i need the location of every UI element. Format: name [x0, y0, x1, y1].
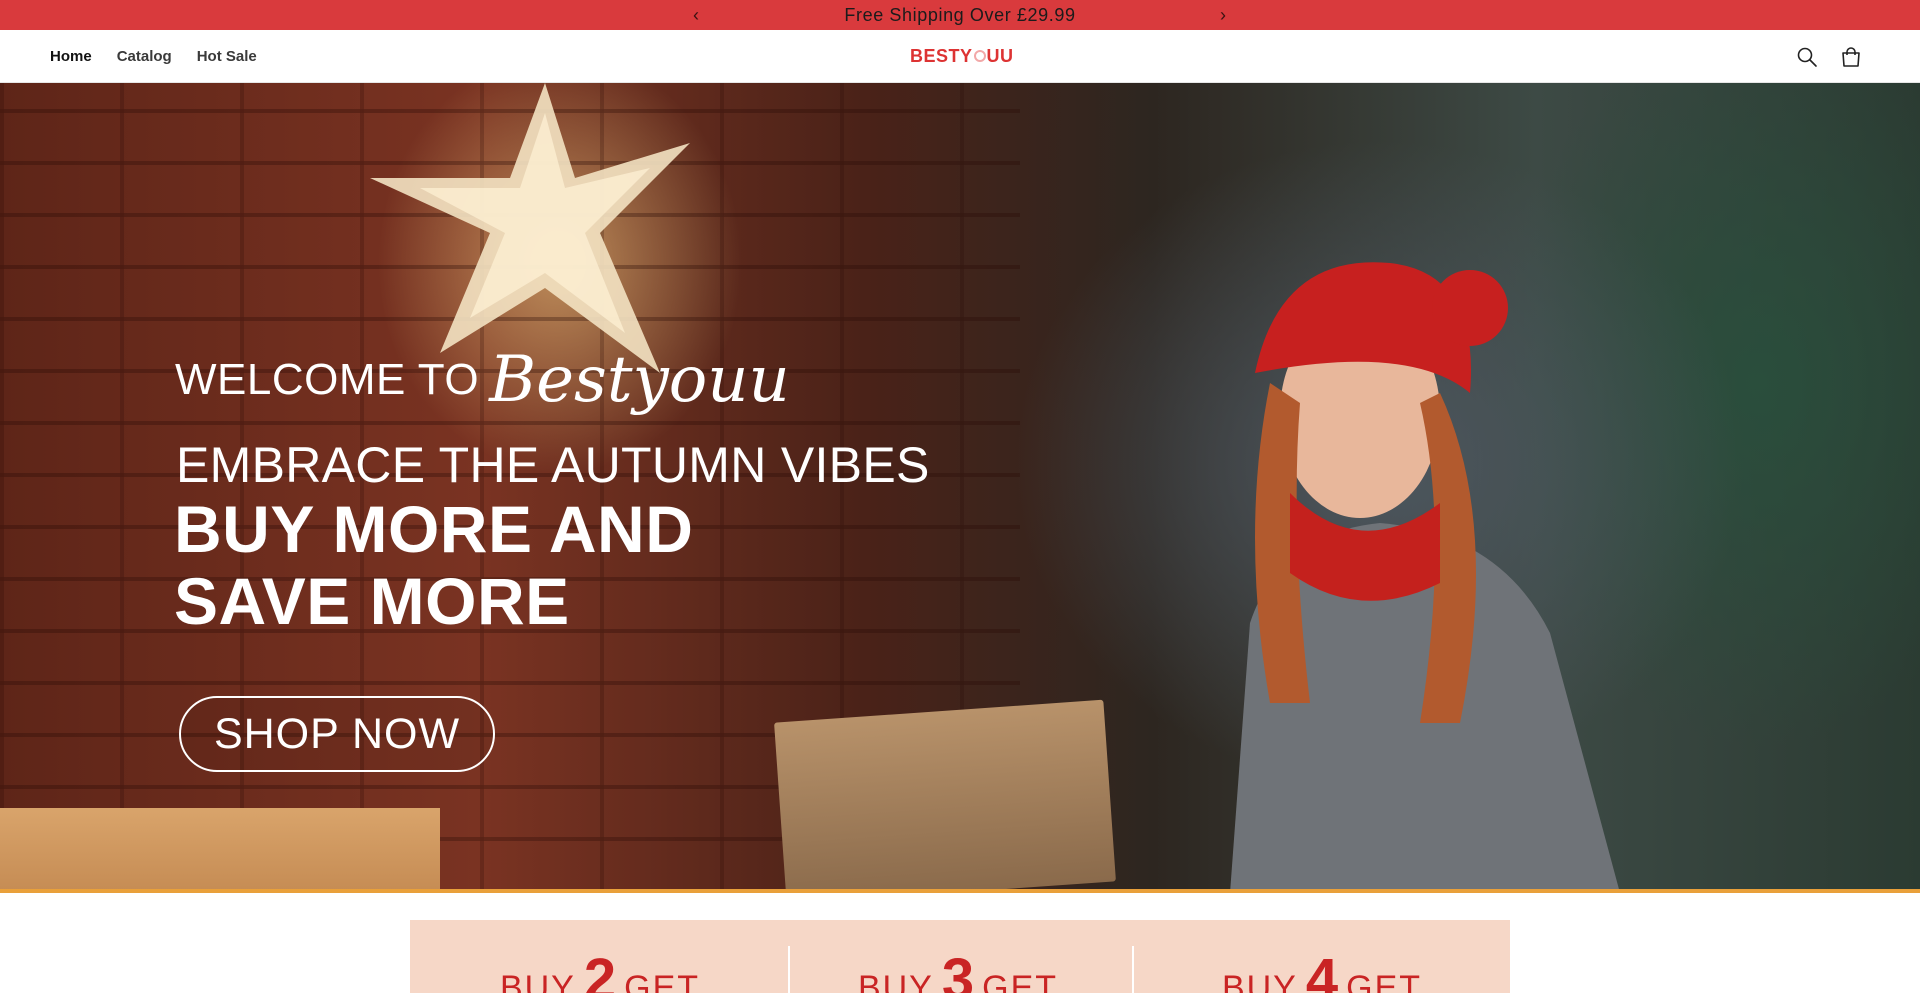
announcement-bar: ‹ Free Shipping Over £29.99 › [0, 0, 1920, 30]
promo-tile-text: BUY 3 GET [858, 951, 1058, 993]
main-nav: Home Catalog Hot Sale [50, 30, 257, 83]
site-logo[interactable]: BESTY UU [910, 46, 1014, 67]
gift-with-bow-image [774, 699, 1116, 893]
chevron-right-icon: › [1220, 4, 1226, 25]
promo-prefix: BUY [499, 969, 576, 993]
promo-tile-buy-2[interactable]: BUY 2 GET [410, 920, 790, 993]
hero-heading: BUY MORE AND SAVE MORE [174, 493, 693, 637]
hero-brand-script: Bestyouu [489, 343, 790, 417]
promo-suffix: GET [1346, 969, 1423, 993]
chevron-left-icon: ‹ [693, 4, 699, 25]
hero-subheading: EMBRACE THE AUTUMN VIBES [176, 437, 930, 493]
hero-heading-line1: BUY MORE AND [174, 492, 694, 566]
promo-suffix: GET [982, 969, 1059, 993]
paper-star-lamp-image [370, 83, 690, 373]
nav-item-hot-sale[interactable]: Hot Sale [197, 48, 257, 65]
promo-prefix: BUY [1221, 969, 1298, 993]
hero-heading-line2: SAVE MORE [174, 564, 570, 638]
announcement-next-button[interactable]: › [1208, 0, 1238, 30]
hero-banner: WELCOME TO Bestyouu EMBRACE THE AUTUMN VI… [0, 83, 1920, 893]
woman-with-mug-image [1230, 262, 1620, 893]
promo-tile-buy-4[interactable]: BUY 4 GET [1134, 920, 1510, 993]
search-button[interactable] [1794, 44, 1820, 70]
promo-number: 3 [941, 947, 975, 993]
promo-strip: BUY 2 GET BUY 3 GET BUY 4 GET [410, 920, 1510, 993]
logo-text-part2: UU [986, 46, 1014, 66]
search-icon [1797, 47, 1817, 67]
promo-suffix: GET [624, 969, 701, 993]
hero-welcome-text: WELCOME TO [175, 355, 480, 404]
promo-number: 2 [583, 947, 617, 993]
promo-number: 4 [1305, 947, 1339, 993]
promo-prefix: BUY [857, 969, 934, 993]
logo-text-part1: BESTY [910, 46, 973, 66]
cart-icon [1842, 47, 1860, 67]
promo-tile-text: BUY 2 GET [500, 951, 700, 993]
hero-bottom-accent [0, 889, 1920, 893]
gift-box-image [0, 808, 440, 893]
site-header: Home Catalog Hot Sale BESTY UU [0, 30, 1920, 83]
cart-button[interactable] [1838, 44, 1864, 70]
announcement-message: Free Shipping Over £29.99 [844, 4, 1076, 25]
nav-item-home[interactable]: Home [50, 48, 92, 65]
hero-welcome-line: WELCOME TO Bestyouu [175, 343, 790, 417]
announcement-prev-button[interactable]: ‹ [681, 0, 711, 30]
nav-item-catalog[interactable]: Catalog [117, 48, 172, 65]
shop-now-button[interactable]: SHOP NOW [179, 696, 495, 772]
promo-tile-buy-3[interactable]: BUY 3 GET [790, 920, 1126, 993]
logo-ring-icon [973, 49, 986, 62]
promo-tile-text: BUY 4 GET [1222, 951, 1422, 993]
